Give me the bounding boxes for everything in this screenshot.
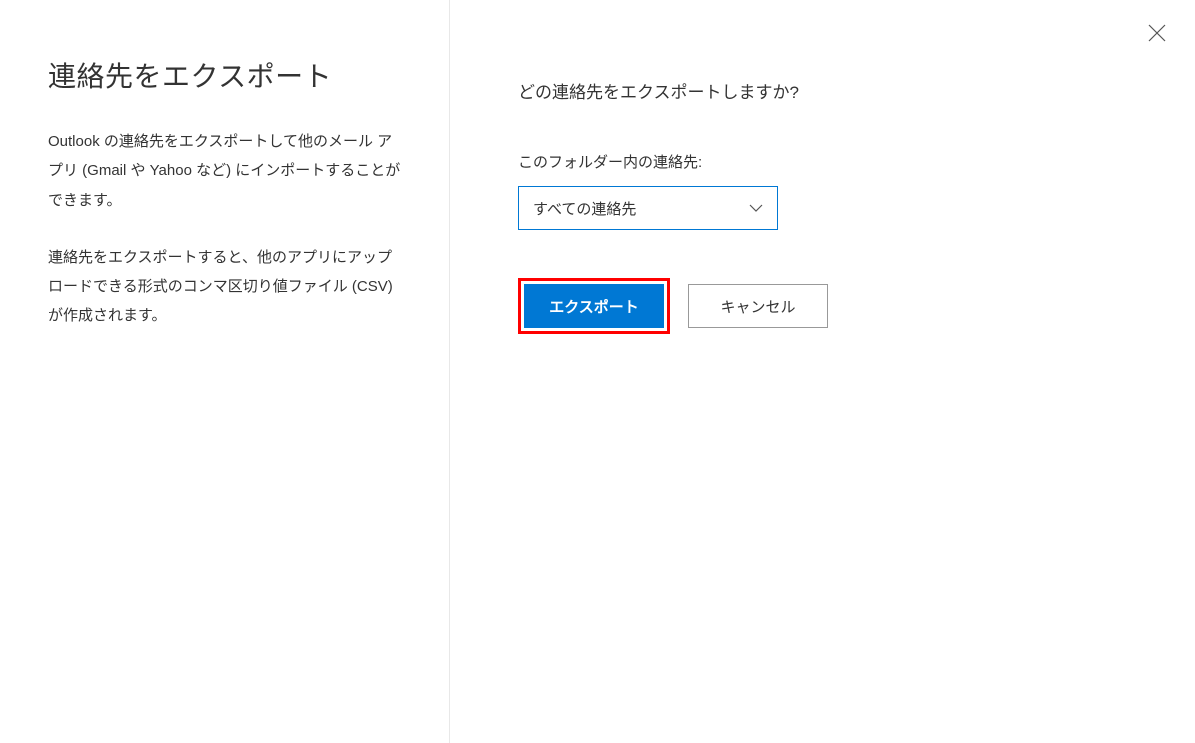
- dialog-container: 連絡先をエクスポート Outlook の連絡先をエクスポートして他のメール アプ…: [0, 0, 1195, 743]
- right-panel: どの連絡先をエクスポートしますか? このフォルダー内の連絡先: すべての連絡先 …: [450, 0, 1195, 743]
- cancel-button[interactable]: キャンセル: [688, 284, 828, 328]
- chevron-down-icon: [749, 201, 763, 215]
- export-button[interactable]: エクスポート: [524, 284, 664, 328]
- export-highlight-box: エクスポート: [518, 278, 670, 334]
- description-1: Outlook の連絡先をエクスポートして他のメール アプリ (Gmail や …: [48, 127, 401, 215]
- folder-dropdown[interactable]: すべての連絡先: [518, 186, 778, 230]
- export-question: どの連絡先をエクスポートしますか?: [518, 78, 1147, 103]
- left-panel: 連絡先をエクスポート Outlook の連絡先をエクスポートして他のメール アプ…: [0, 0, 450, 743]
- dropdown-selected-value: すべての連絡先: [533, 198, 636, 219]
- button-row: エクスポート キャンセル: [518, 278, 1147, 334]
- page-title: 連絡先をエクスポート: [48, 55, 401, 95]
- folder-label: このフォルダー内の連絡先:: [518, 151, 1147, 172]
- description-2: 連絡先をエクスポートすると、他のアプリにアップロードできる形式のコンマ区切り値フ…: [48, 243, 401, 331]
